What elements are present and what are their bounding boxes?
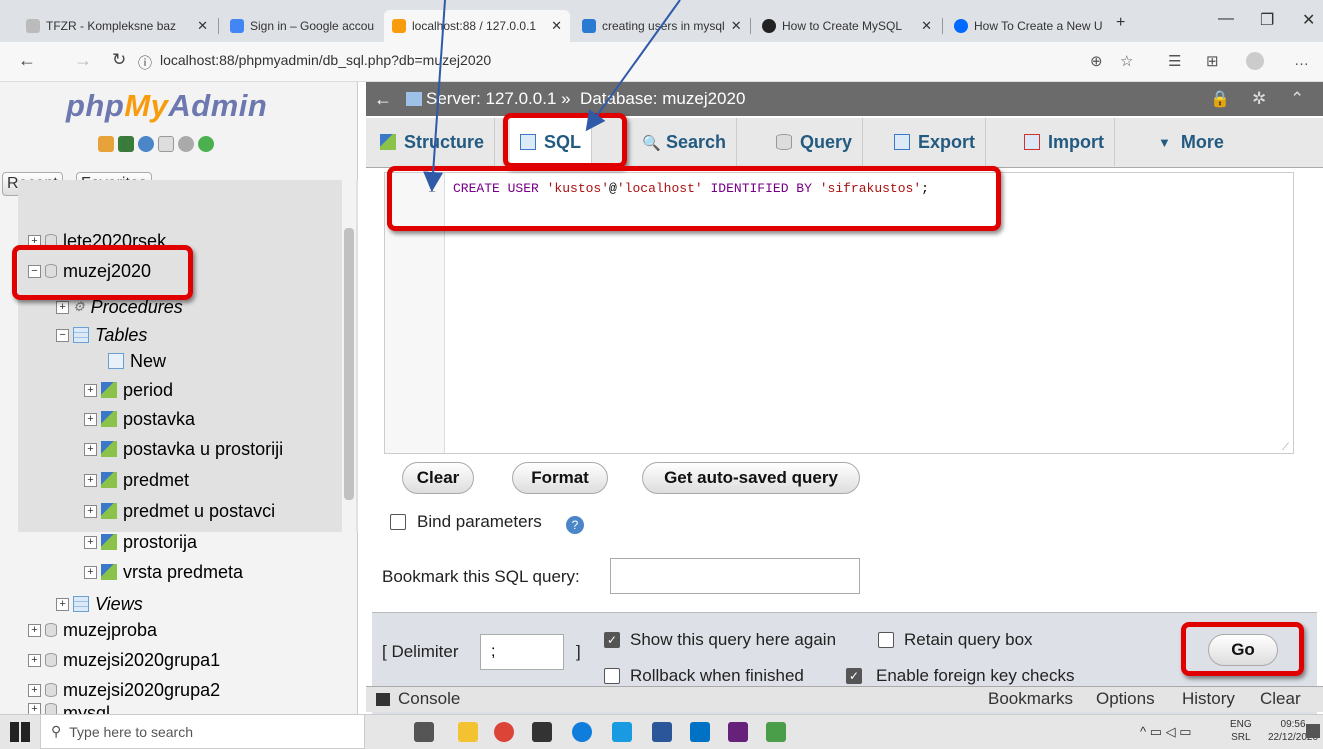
- annotation-arrows: [423, 0, 681, 192]
